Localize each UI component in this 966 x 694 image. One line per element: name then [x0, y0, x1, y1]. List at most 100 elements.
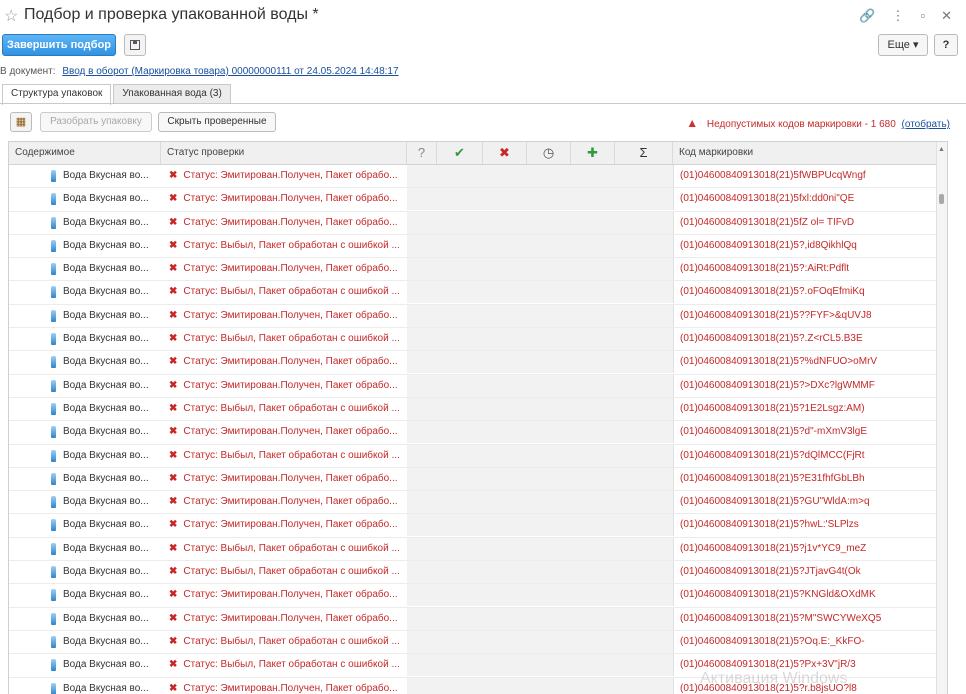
- tab-packed-water[interactable]: Упакованная вода (3): [113, 84, 231, 104]
- error-icon: ✖: [169, 635, 178, 647]
- table-row[interactable]: Вода Вкусная во... ✖ Статус: Эмитирован.По…: [9, 188, 939, 212]
- tab-divider: [0, 103, 966, 104]
- status-text: Статус: Выбыл, Пакет обработан с ошибкой…: [183, 333, 400, 345]
- status-text: Статус: Выбыл, Пакет обработан с ошибкой…: [183, 239, 400, 251]
- header-check-icon[interactable]: ✔: [437, 142, 483, 164]
- table-row[interactable]: Вода Вкусная во... ✖ Статус: Эмитирован.По…: [9, 514, 939, 538]
- table-row[interactable]: Вода Вкусная во... ✖ Статус: Эмитирован.По…: [9, 584, 939, 608]
- table-row[interactable]: Вода Вкусная во... ✖ Статус: Эмитирован.По…: [9, 351, 939, 375]
- status-text: Статус: Эмитирован.Получен, Пакет обрабо…: [183, 472, 398, 484]
- check-columns-cell: [407, 374, 673, 397]
- table-row[interactable]: Вода Вкусная во... ✖ Статус: Выбыл, Пакет …: [9, 234, 939, 259]
- check-columns-cell: [407, 304, 673, 327]
- table-row[interactable]: Вода Вкусная во... ✖ Статус: Эмитирован.По…: [9, 421, 939, 445]
- star-icon[interactable]: ☆: [4, 6, 18, 26]
- invalid-codes-warning: ▲ Недопустимых кодов маркировки - 1 680 …: [686, 116, 950, 130]
- content-text: Вода Вкусная во...: [63, 333, 149, 345]
- status-text: Статус: Эмитирован.Получен, Пакет обрабо…: [183, 589, 398, 601]
- status-cell: ✖ Статус: Эмитирован.Получен, Пакет обраб…: [161, 212, 407, 234]
- error-icon: ✖: [169, 542, 178, 554]
- water-bottle-icon: [51, 170, 56, 182]
- marking-code-cell: (01)04600840913018(21)5?hwL:'SLPlzs: [673, 514, 939, 537]
- table-row[interactable]: Вода Вкусная во... ✖ Статус: Выбыл, Пакет …: [9, 281, 939, 305]
- hide-checked-button[interactable]: Скрыть проверенные: [158, 112, 276, 132]
- table-row[interactable]: Вода Вкусная во... ✖ Статус: Эмитирован.По…: [9, 467, 939, 492]
- table-row[interactable]: Вода Вкусная во... ✖ Статус: Выбыл, Пакет …: [9, 630, 939, 655]
- vertical-scrollbar[interactable]: ▲: [936, 142, 947, 694]
- header-question-icon[interactable]: ?: [407, 142, 437, 164]
- header-cross-icon[interactable]: ✖: [483, 142, 527, 164]
- window-controls: 🔗 ⋮ ▫ ✕: [859, 8, 952, 24]
- water-bottle-icon: [51, 333, 56, 346]
- status-cell: ✖ Статус: Эмитирован.Получен, Пакет обраб…: [161, 608, 407, 630]
- table-row[interactable]: Вода Вкусная во... ✖ Статус: Выбыл, Пакет …: [9, 397, 939, 422]
- content-text: Вода Вкусная во...: [63, 286, 149, 298]
- finish-selection-button[interactable]: Завершить подбор: [2, 34, 116, 56]
- header-status[interactable]: Статус проверки: [161, 142, 407, 164]
- error-icon: ✖: [169, 589, 178, 601]
- table-row[interactable]: Вода Вкусная во... ✖ Статус: Эмитирован.По…: [9, 607, 939, 631]
- table-row[interactable]: Вода Вкусная во... ✖ Статус: Выбыл, Пакет …: [9, 537, 939, 562]
- status-cell: ✖ Статус: Выбыл, Пакет обработан с ошибко…: [161, 281, 407, 303]
- tab-package-structure[interactable]: Структура упаковок: [2, 84, 112, 105]
- content-cell: Вода Вкусная во...: [9, 235, 161, 257]
- status-cell: ✖ Статус: Эмитирован.Получен, Пакет обраб…: [161, 491, 407, 513]
- table-row[interactable]: Вода Вкусная во... ✖ Статус: Эмитирован.По…: [9, 211, 939, 235]
- check-columns-cell: [407, 537, 673, 560]
- unpack-button[interactable]: Разобрать упаковку: [40, 112, 152, 132]
- table-row[interactable]: Вода Вкусная во... ✖ Статус: Выбыл, Пакет …: [9, 561, 939, 585]
- table-header: Содержимое Статус проверки ? ✔ ✖ ◷ ✚ Σ К…: [9, 142, 939, 165]
- header-clock-icon[interactable]: ◷: [527, 142, 571, 164]
- save-button[interactable]: [124, 34, 146, 56]
- water-bottle-icon: [51, 635, 56, 648]
- restore-icon[interactable]: ▫: [920, 8, 925, 24]
- table-row[interactable]: Вода Вкусная во... ✖ Статус: Эмитирован.По…: [9, 165, 939, 189]
- scroll-up-icon[interactable]: ▲: [938, 146, 945, 153]
- table-row[interactable]: Вода Вкусная во... ✖ Статус: Эмитирован.По…: [9, 491, 939, 515]
- marking-code-cell: (01)04600840913018(21)5?%dNFUO>oMrV: [673, 351, 939, 374]
- close-icon[interactable]: ✕: [941, 8, 952, 24]
- status-cell: ✖ Статус: Эмитирован.Получен, Пакет обраб…: [161, 468, 407, 490]
- status-cell: ✖ Статус: Выбыл, Пакет обработан с ошибко…: [161, 398, 407, 420]
- table-row[interactable]: Вода Вкусная во... ✖ Статус: Эмитирован.По…: [9, 258, 939, 282]
- more-button[interactable]: Еще ▾: [878, 34, 928, 56]
- table-row[interactable]: Вода Вкусная во... ✖ Статус: Выбыл, Пакет …: [9, 444, 939, 468]
- link-icon[interactable]: 🔗: [859, 8, 875, 24]
- marking-code-cell: (01)04600840913018(21)5?JTjavG4t(Ok: [673, 561, 939, 584]
- check-columns-cell: [407, 514, 673, 537]
- marking-code-cell: (01)04600840913018(21)5?GU"WldA:m>q: [673, 491, 939, 514]
- header-content[interactable]: Содержимое: [9, 142, 161, 164]
- status-text: Статус: Выбыл, Пакет обработан с ошибкой…: [183, 635, 400, 647]
- status-text: Статус: Эмитирован.Получен, Пакет обрабо…: [183, 612, 398, 624]
- menu-icon[interactable]: ⋮: [891, 8, 904, 24]
- content-cell: Вода Вкусная во...: [9, 631, 161, 653]
- help-button[interactable]: ?: [934, 34, 958, 56]
- status-cell: ✖ Статус: Эмитирован.Получен, Пакет обраб…: [161, 351, 407, 373]
- header-code[interactable]: Код маркировки: [673, 142, 939, 164]
- table-row[interactable]: Вода Вкусная во... ✖ Статус: Эмитирован.По…: [9, 304, 939, 329]
- table-row[interactable]: Вода Вкусная во... ✖ Статус: Выбыл, Пакет …: [9, 328, 939, 352]
- check-columns-cell: [407, 351, 673, 374]
- water-bottle-icon: [51, 612, 56, 625]
- content-text: Вода Вкусная во...: [63, 472, 149, 484]
- check-columns-cell: [407, 677, 673, 694]
- document-link[interactable]: Ввод в оборот (Маркировка товара) 000000…: [62, 66, 398, 77]
- scrollbar-thumb[interactable]: [939, 194, 944, 204]
- status-text: Статус: Эмитирован.Получен, Пакет обрабо…: [183, 426, 398, 438]
- header-sigma-icon[interactable]: Σ: [615, 142, 673, 164]
- content-cell: Вода Вкусная во...: [9, 351, 161, 373]
- grid-toolbar: ▦ Разобрать упаковку Скрыть проверенные …: [0, 110, 966, 134]
- package-icon[interactable]: ▦: [10, 112, 32, 132]
- header-plus-icon[interactable]: ✚: [571, 142, 615, 164]
- check-columns-cell: [407, 397, 673, 420]
- select-invalid-link[interactable]: (отобрать): [902, 119, 950, 130]
- check-columns-cell: [407, 561, 673, 584]
- error-icon: ✖: [169, 286, 178, 298]
- content-text: Вода Вкусная во...: [63, 566, 149, 578]
- content-cell: Вода Вкусная во...: [9, 258, 161, 280]
- table-row[interactable]: Вода Вкусная во... ✖ Статус: Эмитирован.По…: [9, 374, 939, 398]
- status-text: Статус: Эмитирован.Получен, Пакет обрабо…: [183, 263, 398, 275]
- status-cell: ✖ Статус: Выбыл, Пакет обработан с ошибко…: [161, 631, 407, 653]
- title-bar: ☆ Подбор и проверка упакованной воды * 🔗…: [0, 0, 966, 32]
- check-columns-cell: [407, 188, 673, 211]
